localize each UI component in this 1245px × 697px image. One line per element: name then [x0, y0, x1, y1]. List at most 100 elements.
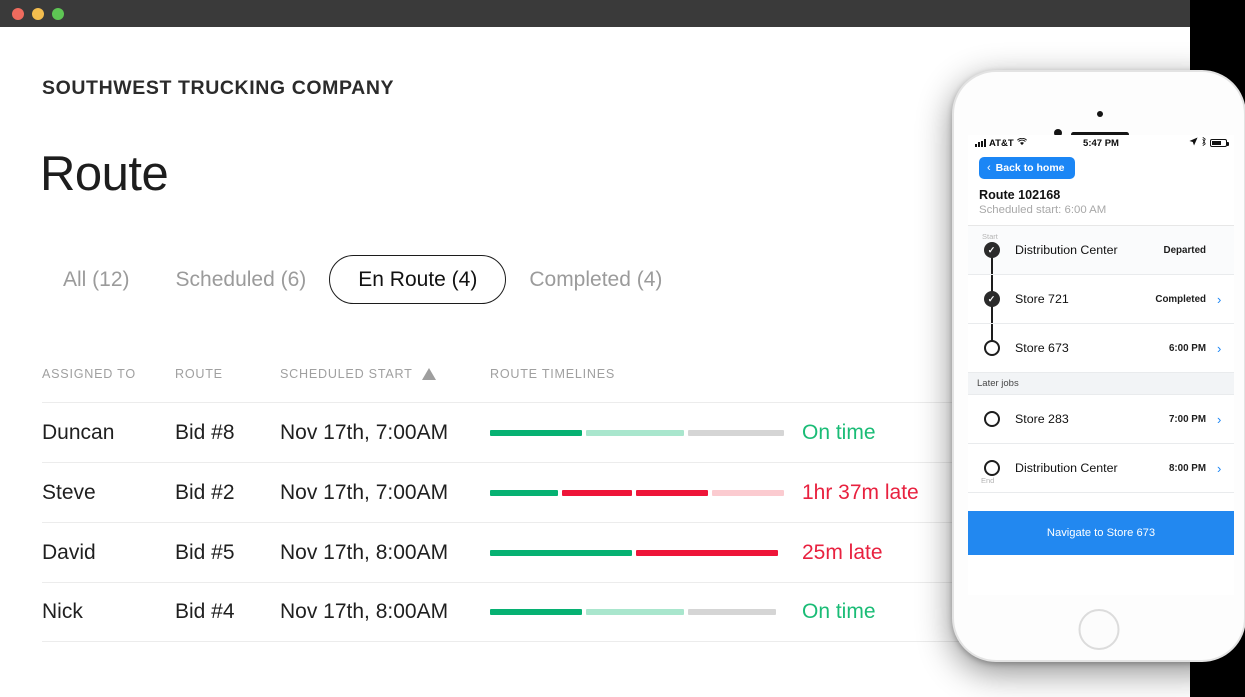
timeline-segment	[490, 550, 632, 556]
stop-completed-icon	[984, 291, 1000, 307]
timeline-segment	[586, 430, 684, 436]
minimize-button-icon[interactable]	[32, 8, 44, 20]
cell-assigned-to: Duncan	[42, 421, 175, 445]
stop-meta: 6:00 PM	[1169, 343, 1206, 354]
status-bar-time: 5:47 PM	[1083, 138, 1119, 149]
timeline-segment	[688, 609, 776, 615]
phone-scheduled-start: Scheduled start: 6:00 AM	[979, 204, 1223, 216]
chevron-left-icon: ‹	[987, 163, 991, 174]
location-arrow-icon	[1189, 137, 1198, 149]
page-title: Route	[40, 146, 168, 202]
cell-route: Bid #5	[175, 541, 280, 565]
window-titlebar	[0, 0, 1190, 27]
cell-scheduled-start: Nov 17th, 8:00AM	[280, 600, 490, 624]
maximize-button-icon[interactable]	[52, 8, 64, 20]
cell-route-timeline	[490, 490, 790, 496]
table-row[interactable]: NickBid #4Nov 17th, 8:00AMOn time	[42, 582, 982, 642]
screenshot-root: SOUTHWEST TRUCKING COMPANY Route All (12…	[0, 0, 1245, 697]
cell-route-timeline	[490, 550, 790, 556]
phone-mockup: AT&T 5:47 PM ‹	[952, 70, 1245, 662]
cell-route: Bid #8	[175, 421, 280, 445]
cell-route-timeline	[490, 609, 790, 615]
company-name: SOUTHWEST TRUCKING COMPANY	[42, 77, 394, 100]
timeline-segment	[490, 609, 582, 615]
phone-list-spacer	[968, 493, 1234, 511]
proximity-sensor-icon	[1097, 111, 1103, 117]
stop-name: Store 673	[1015, 341, 1169, 356]
navigate-button[interactable]: Navigate to Store 673	[968, 511, 1234, 555]
home-button-icon[interactable]	[1079, 609, 1120, 650]
phone-route-title: Route 102168	[979, 188, 1223, 202]
stop-meta: 8:00 PM	[1169, 463, 1206, 474]
chevron-right-icon[interactable]: ›	[1217, 461, 1225, 476]
close-button-icon[interactable]	[12, 8, 24, 20]
cell-scheduled-start: Nov 17th, 7:00AM	[280, 421, 490, 445]
column-header-scheduled-start-label: SCHEDULED START	[280, 367, 413, 381]
stop-name: Store 283	[1015, 412, 1169, 427]
chevron-right-icon[interactable]: ›	[1217, 341, 1225, 356]
stop-marker-column: Start	[968, 226, 1015, 274]
status-bar-left: AT&T	[975, 138, 1083, 149]
sort-ascending-icon	[422, 368, 436, 380]
stop-caption: End	[981, 476, 994, 485]
stop-pending-icon	[984, 340, 1000, 356]
column-header-assigned-to[interactable]: ASSIGNED TO	[42, 367, 175, 381]
chevron-right-icon[interactable]: ›	[1217, 292, 1225, 307]
column-header-scheduled-start[interactable]: SCHEDULED START	[280, 367, 490, 381]
column-header-route-timelines[interactable]: ROUTE TIMELINES	[490, 367, 790, 381]
tab-completed[interactable]: Completed (4)	[506, 255, 685, 304]
timeline-segment	[490, 430, 582, 436]
stop-meta: 7:00 PM	[1169, 414, 1206, 425]
stop-caption: Start	[982, 232, 998, 241]
cell-assigned-to: Steve	[42, 481, 175, 505]
stop-pending-icon	[984, 460, 1000, 476]
stop-list-item[interactable]: End Distribution Center8:00 PM ›	[968, 444, 1234, 493]
stop-name: Distribution Center	[1015, 461, 1169, 476]
table-header-row: ASSIGNED TO ROUTE SCHEDULED START ROUTE …	[42, 367, 982, 402]
phone-top-hardware	[954, 94, 1244, 134]
stop-list-item[interactable]: Store 2837:00 PM ›	[968, 395, 1234, 444]
table-body: DuncanBid #8Nov 17th, 7:00AMOn timeSteve…	[42, 402, 982, 642]
timeline-segment	[712, 490, 784, 496]
timeline-segment	[636, 490, 708, 496]
tab-en-route[interactable]: En Route (4)	[329, 255, 506, 304]
stop-meta: Departed	[1164, 245, 1206, 256]
timeline-segment	[562, 490, 632, 496]
timeline-segment	[636, 550, 778, 556]
stop-pending-icon	[984, 411, 1000, 427]
stop-list-item[interactable]: Store 6736:00 PM ›	[968, 324, 1234, 373]
table-row[interactable]: DavidBid #5Nov 17th, 8:00AM25m late	[42, 522, 982, 582]
tab-scheduled[interactable]: Scheduled (6)	[153, 255, 330, 304]
stop-completed-icon	[984, 242, 1000, 258]
cell-scheduled-start: Nov 17th, 8:00AM	[280, 541, 490, 565]
stop-list-item[interactable]: Start Distribution CenterDeparted	[968, 226, 1234, 275]
routes-table: ASSIGNED TO ROUTE SCHEDULED START ROUTE …	[42, 367, 982, 642]
later-jobs-label: Later jobs	[968, 373, 1234, 395]
stop-list-item[interactable]: Store 721Completed ›	[968, 275, 1234, 324]
filter-tabs: All (12) Scheduled (6) En Route (4) Comp…	[40, 255, 685, 304]
bluetooth-icon	[1201, 137, 1207, 149]
cell-route: Bid #2	[175, 481, 280, 505]
stop-name: Distribution Center	[1015, 243, 1164, 258]
timeline-segment	[586, 609, 684, 615]
cell-route-timeline	[490, 430, 790, 436]
cell-route: Bid #4	[175, 600, 280, 624]
stop-name: Store 721	[1015, 292, 1155, 307]
cell-assigned-to: David	[42, 541, 175, 565]
timeline-segment	[688, 430, 784, 436]
tab-all[interactable]: All (12)	[40, 255, 153, 304]
table-row[interactable]: DuncanBid #8Nov 17th, 7:00AMOn time	[42, 402, 982, 462]
column-header-route[interactable]: ROUTE	[175, 367, 280, 381]
stop-marker-column: End	[968, 444, 1015, 492]
back-to-home-label: Back to home	[996, 162, 1065, 174]
stop-meta: Completed	[1155, 294, 1206, 305]
battery-icon	[1210, 139, 1227, 147]
ios-status-bar: AT&T 5:47 PM	[968, 135, 1234, 151]
back-to-home-button[interactable]: ‹ Back to home	[979, 157, 1075, 179]
cell-scheduled-start: Nov 17th, 7:00AM	[280, 481, 490, 505]
wifi-icon	[1017, 138, 1027, 149]
chevron-right-icon[interactable]: ›	[1217, 412, 1225, 427]
stop-marker-column	[968, 395, 1015, 443]
table-row[interactable]: SteveBid #2Nov 17th, 7:00AM1hr 37m late	[42, 462, 982, 522]
carrier-label: AT&T	[989, 138, 1014, 149]
